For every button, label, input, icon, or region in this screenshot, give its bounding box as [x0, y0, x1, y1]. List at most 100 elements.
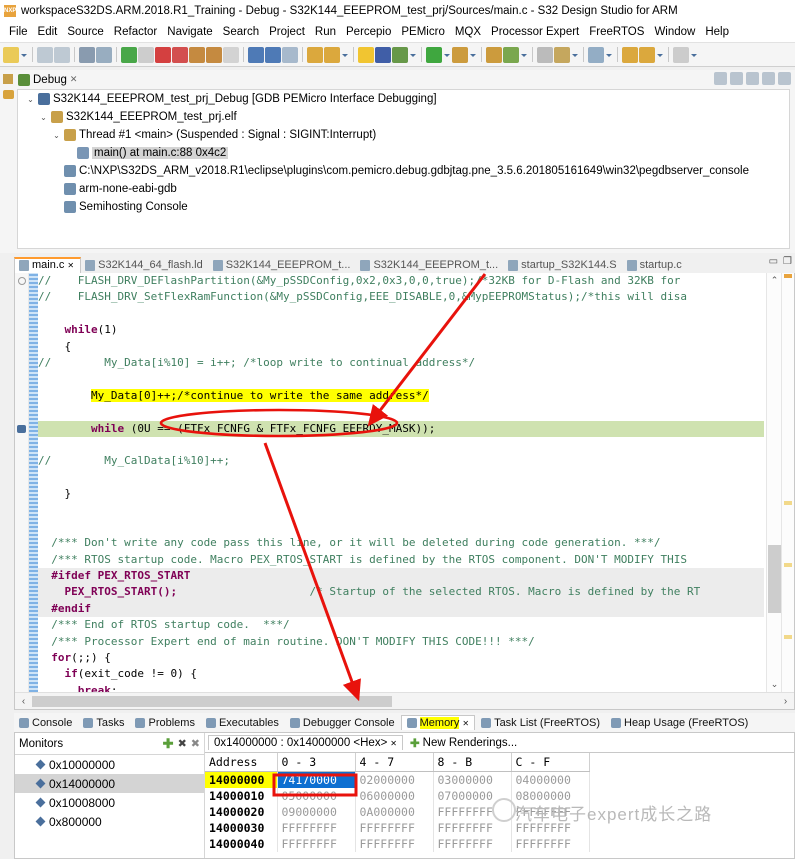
back-icon[interactable]	[622, 46, 638, 63]
vertical-scroll-thumb[interactable]	[768, 545, 781, 613]
monitor-item[interactable]: 0x14000000	[15, 774, 204, 793]
chevron-down-icon[interactable]	[690, 47, 698, 63]
scroll-left-icon[interactable]: ‹	[15, 696, 32, 707]
view-menu-icon[interactable]	[730, 72, 743, 85]
bottom-tab-tasks[interactable]: Tasks	[78, 716, 129, 730]
remove-monitor-icon[interactable]: ✖	[178, 737, 187, 750]
save-icon[interactable]	[37, 46, 53, 63]
memory-data-cell[interactable]: 09000000	[277, 804, 356, 820]
terminate-icon[interactable]	[155, 46, 171, 63]
pencil-icon[interactable]	[503, 46, 519, 63]
rendering-tab[interactable]: 0x14000000 : 0x14000000 <Hex> ✕	[208, 735, 403, 750]
memory-data-cell[interactable]: FFFFFFFF	[277, 836, 356, 852]
chevron-down-icon[interactable]	[656, 47, 664, 63]
editor-tab-startup-c[interactable]: startup.c	[623, 258, 688, 273]
monitors-list[interactable]: 0x10000000 0x14000000 0x10008000 0x800000	[15, 755, 204, 831]
gutter-line[interactable]	[15, 666, 28, 682]
gutter-line[interactable]	[15, 355, 28, 371]
menu-search[interactable]: Search	[218, 25, 264, 39]
gutter-line[interactable]	[15, 453, 28, 469]
run-config-icon[interactable]	[307, 46, 323, 63]
memory-data-cell[interactable]: FFFFFFFF	[355, 836, 434, 852]
memory-row[interactable]: 14000040 FFFFFFFF FFFFFFFF FFFFFFFF FFFFFFFF	[205, 836, 590, 852]
debug-tree-item[interactable]: C:\NXP\S32DS_ARM_v2018.R1\eclipse\plugin…	[18, 162, 789, 180]
scroll-right-icon[interactable]: ›	[777, 696, 794, 707]
memory-row[interactable]: 14000020 09000000 0A000000 FFFFFFFF FFFFFFFF	[205, 804, 590, 820]
gutter-line[interactable]	[15, 519, 28, 535]
perspective-icon[interactable]	[375, 46, 391, 63]
chevron-down-icon[interactable]	[520, 47, 528, 63]
menu-freertos[interactable]: FreeRTOS	[584, 25, 649, 39]
menu-project[interactable]: Project	[264, 25, 310, 39]
rendering-tab[interactable]: ✚ New Renderings...	[405, 735, 522, 751]
memory-column-header[interactable]: Address	[205, 753, 278, 772]
menu-refactor[interactable]: Refactor	[109, 25, 162, 39]
memory-column-header[interactable]: C - F	[511, 753, 590, 772]
memory-data-cell[interactable]: FFFFFFFF	[433, 820, 512, 836]
minimize-icon[interactable]: ▭	[769, 256, 778, 267]
menu-run[interactable]: Run	[310, 25, 341, 39]
chevron-down-icon[interactable]	[571, 47, 579, 63]
menu-source[interactable]: Source	[62, 25, 108, 39]
menu-window[interactable]: Window	[649, 25, 700, 39]
gutter-line[interactable]	[15, 470, 28, 486]
editor-tab-s32k144-64-flash-ld[interactable]: S32K144_64_flash.ld	[81, 258, 209, 273]
memory-data-cell[interactable]: 06000000	[355, 788, 434, 804]
link-icon[interactable]	[96, 46, 112, 63]
new-icon[interactable]	[3, 46, 19, 63]
debug-tree-item[interactable]: ⌄ Thread #1 <main> (Suspended : Signal : …	[18, 126, 789, 144]
open-type-icon[interactable]	[554, 46, 570, 63]
debug-tree-item[interactable]: main() at main.c:88 0x4c2	[18, 144, 789, 162]
menu-pemicro[interactable]: PEMicro	[396, 25, 449, 39]
build-icon[interactable]	[79, 46, 95, 63]
memory-data-cell[interactable]: FFFFFFFF	[511, 836, 590, 852]
memory-data-cell[interactable]: 08000000	[511, 788, 590, 804]
chevron-down-icon[interactable]	[409, 47, 417, 63]
suspend-icon[interactable]	[138, 46, 154, 63]
editor-gutter[interactable]	[15, 273, 29, 709]
scroll-down-icon[interactable]: ⌄	[767, 677, 782, 692]
memory-row[interactable]: 14000010 05000000 06000000 07000000 08000000	[205, 788, 590, 804]
bottom-tab-debugger-console[interactable]: Debugger Console	[285, 716, 400, 730]
menu-mqx[interactable]: MQX	[450, 25, 486, 39]
chevron-down-icon[interactable]	[469, 47, 477, 63]
gutter-line[interactable]	[15, 568, 28, 584]
gutter-line[interactable]	[15, 289, 28, 305]
gutter-line[interactable]	[15, 634, 28, 650]
menu-percepio[interactable]: Percepio	[341, 25, 396, 39]
memory-data-cell[interactable]: FFFFFFFF	[433, 836, 512, 852]
gutter-line[interactable]	[15, 437, 28, 453]
add-monitor-icon[interactable]: ✚	[163, 736, 174, 752]
close-icon[interactable]: ✕	[67, 261, 74, 270]
search-icon[interactable]	[537, 46, 553, 63]
overview-mark[interactable]	[784, 274, 792, 278]
menu-file[interactable]: File	[4, 25, 33, 39]
resume-icon[interactable]	[121, 46, 137, 63]
memory-column-header[interactable]: 0 - 3	[277, 753, 356, 772]
editor-tab-startup-s32k144-s[interactable]: startup_S32K144.S	[504, 258, 622, 273]
bottom-tab-problems[interactable]: Problems	[130, 716, 199, 730]
gutter-line[interactable]	[15, 601, 28, 617]
gutter-line[interactable]	[15, 502, 28, 518]
monitor-item[interactable]: 0x10000000	[15, 755, 204, 774]
step-over-gdb-icon[interactable]	[189, 46, 205, 63]
memory-data-cell[interactable]: 04000000	[511, 771, 590, 788]
memory-column-header[interactable]: 8 - B	[433, 753, 512, 772]
bottom-tab-console[interactable]: Console	[14, 716, 77, 730]
gutter-line[interactable]	[15, 650, 28, 666]
chevron-down-icon[interactable]	[443, 47, 451, 63]
memory-data-cell[interactable]: 05000000	[277, 788, 356, 804]
menu-edit[interactable]: Edit	[33, 25, 63, 39]
memory-data-cell[interactable]: 74170000	[277, 771, 356, 788]
forward-icon[interactable]	[639, 46, 655, 63]
memory-column-header[interactable]: 4 - 7	[355, 753, 434, 772]
memory-data-cell[interactable]: 02000000	[355, 771, 434, 788]
bottom-tab-memory[interactable]: Memory ✕	[400, 715, 476, 730]
gutter-line[interactable]	[15, 552, 28, 568]
editor-vertical-scrollbar[interactable]: ⌃ ⌄	[766, 273, 781, 692]
overview-mark[interactable]	[784, 501, 792, 505]
memory-data-cell[interactable]: FFFFFFFF	[277, 820, 356, 836]
overview-mark[interactable]	[784, 563, 792, 567]
debug-tree-item[interactable]: Semihosting Console	[18, 198, 789, 216]
chevron-down-icon[interactable]: ⌄	[39, 113, 48, 122]
